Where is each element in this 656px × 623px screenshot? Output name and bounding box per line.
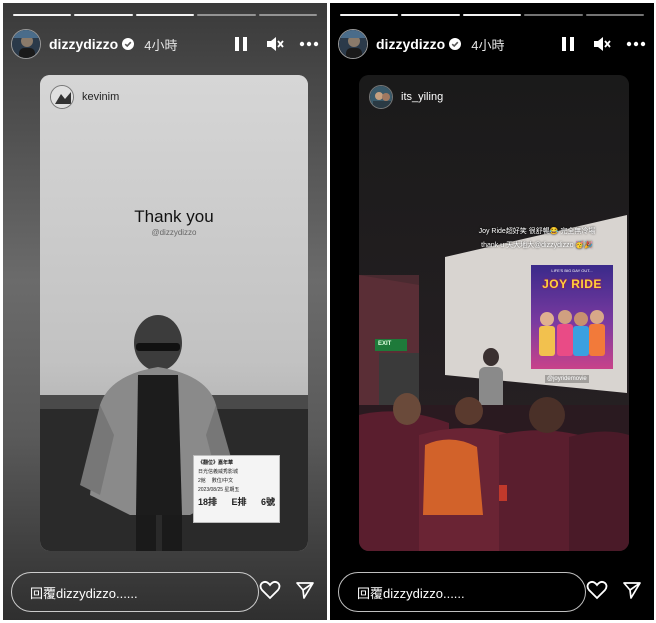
story-progress-bar <box>340 14 645 16</box>
verified-icon <box>122 38 135 50</box>
pause-icon[interactable] <box>231 34 251 54</box>
repost-attribution[interactable]: its_yiling <box>369 85 443 109</box>
story-panel-left[interactable]: dizzydizzo 4小時 kevinim Thank you @dizzyd… <box>3 3 327 620</box>
story-header: dizzydizzo 4小時 <box>338 27 646 61</box>
ticket-hall: 2館 <box>198 478 206 484</box>
poster-mention[interactable]: @joyridemovie <box>545 375 589 383</box>
send-icon[interactable] <box>295 580 315 605</box>
verified-icon <box>449 38 462 50</box>
mute-icon[interactable] <box>592 34 612 54</box>
progress-segment <box>135 14 195 16</box>
reply-input[interactable]: 回覆dizzydizzo...... <box>11 572 259 612</box>
heart-icon[interactable] <box>259 580 281 605</box>
reply-bar: 回覆dizzydizzo...... <box>11 572 319 612</box>
poster-art <box>539 310 605 356</box>
repost-avatar[interactable] <box>369 85 393 109</box>
reply-input[interactable]: 回覆dizzydizzo...... <box>338 572 586 612</box>
mute-icon[interactable] <box>265 34 285 54</box>
progress-segment <box>74 14 133 16</box>
thank-you-overlay: Thank you @dizzydizzo <box>40 207 308 237</box>
repost-attribution[interactable]: kevinim <box>50 85 119 109</box>
ticket-venue: 日光信義威秀影城 <box>198 469 239 475</box>
repost-username[interactable]: its_yiling <box>401 91 443 103</box>
ticket-type: 數位/中文 <box>211 478 234 484</box>
overlay-text: Thank you <box>134 207 214 226</box>
post-time: 4小時 <box>471 37 505 53</box>
pause-icon[interactable] <box>558 34 578 54</box>
username[interactable]: dizzydizzo <box>49 36 118 52</box>
caption-line-2: thank u 天大地大@dizzydizzo 🥳🎉 <box>481 242 593 249</box>
reply-bar: 回覆dizzydizzo...... <box>338 572 646 612</box>
reposted-story-card[interactable]: kevinim Thank you @dizzydizzo 《翻位》嘉年華 日光… <box>40 75 308 551</box>
more-icon[interactable] <box>299 34 319 54</box>
ticket-seat: 6號 <box>260 497 275 507</box>
ticket-col: E排 <box>231 497 247 507</box>
more-icon[interactable] <box>626 34 646 54</box>
progress-segment <box>401 14 460 16</box>
repost-username[interactable]: kevinim <box>82 91 119 103</box>
ticket-title: 《翻位》嘉年華 <box>198 460 234 466</box>
overlay-mention[interactable]: @dizzydizzo <box>40 228 308 237</box>
progress-segment <box>524 14 583 16</box>
username[interactable]: dizzydizzo <box>376 36 445 52</box>
ticket-row: 18排 <box>198 497 218 507</box>
ticket-date: 2023/08/25 星期五 <box>198 487 240 493</box>
progress-segment <box>340 14 399 16</box>
heart-icon[interactable] <box>586 580 608 605</box>
exit-sign: EXIT <box>378 341 392 347</box>
movie-ticket: 《翻位》嘉年華 日光信義威秀影城 2館 數位/中文 2023/08/25 星期五 … <box>193 455 280 523</box>
story-header: dizzydizzo 4小時 <box>11 27 319 61</box>
story-progress-bar <box>13 14 318 16</box>
poster-tagline: LIFE'S BIG DAY OUT... <box>551 268 593 273</box>
avatar[interactable] <box>338 29 368 59</box>
progress-segment <box>462 14 522 16</box>
send-icon[interactable] <box>622 580 642 605</box>
progress-segment <box>13 14 72 16</box>
progress-segment <box>585 14 645 16</box>
story-caption: Joy Ride超好笑 很舒暢😂 完全無冷場 thank u 天大地大@dizz… <box>447 225 627 253</box>
poster-title: JOY RIDE <box>542 277 602 291</box>
avatar[interactable] <box>11 29 41 59</box>
post-time: 4小時 <box>144 37 178 53</box>
caption-line-1: Joy Ride超好笑 很舒暢😂 完全無冷場 <box>478 228 596 235</box>
progress-segment <box>258 14 318 16</box>
movie-poster[interactable]: LIFE'S BIG DAY OUT... JOY RIDE <box>531 265 613 369</box>
story-panel-right[interactable]: dizzydizzo 4小時 its_yiling Joy Ride超好笑 很舒… <box>330 3 654 620</box>
reposted-story-card[interactable]: its_yiling Joy Ride超好笑 很舒暢😂 完全無冷場 thank … <box>359 75 629 551</box>
repost-avatar[interactable] <box>50 85 74 109</box>
progress-segment <box>197 14 256 16</box>
